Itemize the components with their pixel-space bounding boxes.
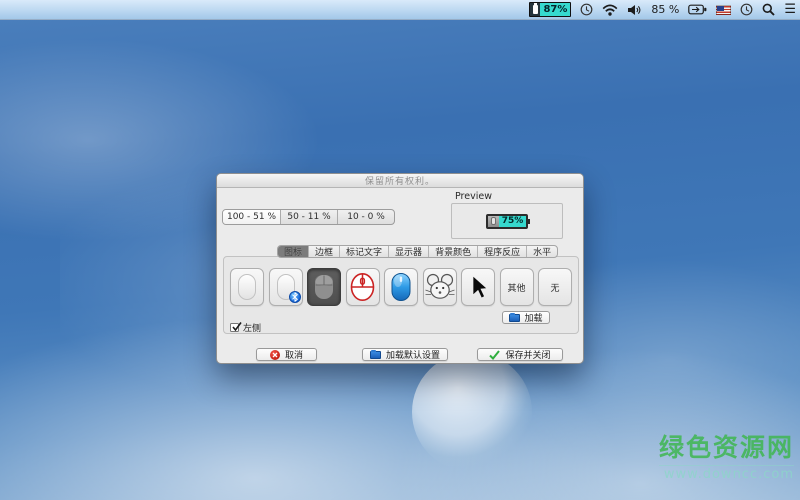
input-language-flag-icon[interactable]: [716, 5, 731, 15]
segment-100-51[interactable]: 100 - 51 %: [223, 210, 280, 224]
tab-background-color[interactable]: 背景颜色: [428, 246, 477, 257]
watermark-site-name: 绿色资源网: [659, 428, 794, 464]
time-machine-clock-icon[interactable]: [740, 3, 753, 16]
watermark: 绿色资源网 www.downcc.com: [659, 428, 794, 482]
cartoon-mouse-icon: [425, 273, 455, 301]
tab-display[interactable]: 显示器: [388, 246, 428, 257]
watermark-site-url: www.downcc.com: [659, 465, 794, 482]
tab-label-text[interactable]: 标记文字: [339, 246, 388, 257]
icon-option-other[interactable]: 其他: [500, 268, 534, 306]
load-button[interactable]: 加载: [502, 311, 550, 324]
preview-label: Preview: [455, 191, 492, 202]
white-mouse-icon: [237, 273, 257, 301]
tab-border[interactable]: 边框: [308, 246, 339, 257]
none-label: 无: [550, 281, 559, 294]
checkmark-icon: [231, 321, 243, 333]
tab-app-reaction[interactable]: 程序反应: [477, 246, 526, 257]
folder-icon: [509, 314, 520, 322]
segment-10-0[interactable]: 10 - 0 %: [337, 210, 394, 224]
preview-box: 75%: [451, 203, 563, 239]
cursor-arrow-icon: [468, 274, 488, 300]
tab-level[interactable]: 水平: [526, 246, 557, 257]
blue-mouse-icon: [390, 272, 412, 302]
cancel-x-icon: [270, 350, 280, 360]
volume-icon[interactable]: [627, 4, 642, 16]
icon-option-cursor-arrow[interactable]: [461, 268, 495, 306]
battery-percent-widget[interactable]: 87%: [529, 2, 571, 17]
battery-menu-percent[interactable]: 85 %: [651, 3, 679, 16]
left-side-checkbox-row: 左侧: [230, 321, 261, 334]
cancel-button[interactable]: 取消: [256, 348, 317, 361]
folder-icon: [370, 351, 381, 359]
menubar: 87% 85 % ☰: [0, 0, 800, 20]
mouse-icon-row: 其他 无: [230, 268, 572, 306]
save-and-close-button[interactable]: 保存并关闭: [477, 348, 563, 361]
cancel-button-label: 取消: [285, 348, 303, 361]
icon-option-blue-mouse[interactable]: [384, 268, 418, 306]
left-side-checkbox-label: 左侧: [243, 321, 261, 334]
red-mouse-icon: [349, 272, 376, 302]
icon-option-dark-mouse-selected[interactable]: [307, 268, 341, 306]
icon-options-well: 其他 无 加载 左侧: [223, 256, 579, 334]
clock-icon[interactable]: [580, 3, 593, 16]
dark-mouse-icon: [314, 274, 334, 300]
load-button-label: 加载: [524, 311, 542, 324]
load-defaults-button[interactable]: 加载默认设置: [362, 348, 448, 361]
battery-charging-icon[interactable]: [688, 4, 707, 15]
tab-icon[interactable]: 图标: [278, 246, 308, 257]
preview-battery-indicator: 75%: [486, 214, 529, 229]
spotlight-search-icon[interactable]: [762, 3, 775, 16]
notification-list-icon[interactable]: ☰: [784, 3, 796, 16]
other-label: 其他: [507, 281, 525, 294]
load-defaults-label: 加载默认设置: [386, 348, 440, 361]
preview-mouse-icon: [488, 216, 499, 227]
wifi-icon[interactable]: [602, 4, 618, 16]
icon-option-white-mouse[interactable]: [230, 268, 264, 306]
moon: [412, 352, 532, 472]
battery-percent-value: 87%: [540, 3, 570, 16]
bluetooth-icon: [289, 291, 301, 303]
icon-option-red-outline-mouse[interactable]: [346, 268, 380, 306]
save-close-label: 保存并关闭: [505, 348, 550, 361]
green-check-icon: [489, 350, 500, 360]
left-side-checkbox[interactable]: [230, 323, 239, 332]
icon-option-none[interactable]: 无: [538, 268, 572, 306]
dialog-titlebar[interactable]: 保留所有权利。: [217, 174, 583, 188]
icon-option-cartoon-mouse[interactable]: [423, 268, 457, 306]
icon-option-bluetooth-mouse[interactable]: [269, 268, 303, 306]
segment-50-11[interactable]: 50 - 11 %: [280, 210, 337, 224]
battery-icon: [530, 3, 540, 16]
settings-dialog: 保留所有权利。 100 - 51 % 50 - 11 % 10 - 0 % Pr…: [216, 173, 584, 364]
dialog-title: 保留所有权利。: [365, 174, 435, 187]
battery-range-segmented-control: 100 - 51 % 50 - 11 % 10 - 0 %: [222, 209, 395, 225]
settings-tabstrip: 图标 边框 标记文字 显示器 背景颜色 程序反应 水平: [277, 245, 558, 258]
preview-battery-percent: 75%: [499, 216, 527, 227]
